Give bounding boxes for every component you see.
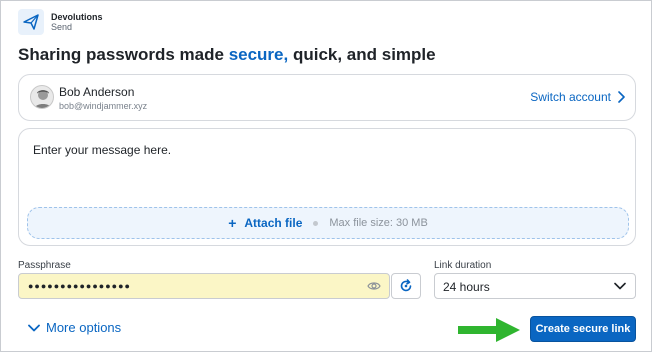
avatar	[30, 85, 54, 109]
more-options-toggle[interactable]: More options	[28, 320, 121, 335]
message-input[interactable]	[33, 143, 613, 203]
refresh-icon	[400, 279, 412, 292]
passphrase-field[interactable]: ●●●●●●●●●●●●●●●●	[18, 273, 390, 299]
page-title: Sharing passwords made secure, quick, an…	[18, 45, 436, 65]
chevron-down-icon	[28, 324, 40, 331]
switch-account-link[interactable]: Switch account	[530, 90, 625, 104]
send-logo-icon	[18, 9, 44, 35]
eye-icon[interactable]	[367, 280, 381, 292]
app-name: Devolutions	[51, 12, 103, 22]
link-duration-value: 24 hours	[443, 280, 490, 294]
green-arrow-icon	[458, 318, 520, 342]
separator-dot	[313, 220, 319, 226]
attach-file-label[interactable]: Attach file	[244, 216, 302, 230]
user-name: Bob Anderson	[59, 85, 135, 99]
link-duration-label: Link duration	[434, 260, 492, 271]
plus-icon: +	[228, 215, 237, 231]
account-card: Bob Anderson bob@windjammer.xyz Switch a…	[18, 74, 636, 121]
switch-account-label: Switch account	[530, 90, 611, 104]
chevron-right-icon	[618, 91, 625, 103]
message-card: Enter your message here. + Attach file M…	[18, 128, 636, 246]
create-secure-link-button[interactable]: Create secure link	[530, 316, 636, 342]
link-duration-select[interactable]: 24 hours	[434, 273, 636, 299]
app-logo-text: Devolutions Send	[51, 12, 103, 32]
title-prefix: Sharing passwords made	[18, 45, 229, 64]
more-options-label: More options	[46, 320, 122, 335]
title-suffix: quick, and simple	[288, 45, 436, 64]
app-product: Send	[51, 22, 73, 32]
user-email: bob@windjammer.xyz	[59, 101, 148, 111]
title-accent: secure,	[228, 45, 289, 64]
max-file-size: Max file size: 30 MB	[329, 217, 428, 229]
chevron-down-icon	[614, 282, 626, 290]
attach-file-dropzone[interactable]: + Attach file Max file size: 30 MB	[27, 207, 629, 239]
passphrase-value: ●●●●●●●●●●●●●●●●	[28, 281, 131, 291]
passphrase-label: Passphrase	[18, 260, 71, 271]
regenerate-passphrase-button[interactable]	[391, 273, 421, 299]
